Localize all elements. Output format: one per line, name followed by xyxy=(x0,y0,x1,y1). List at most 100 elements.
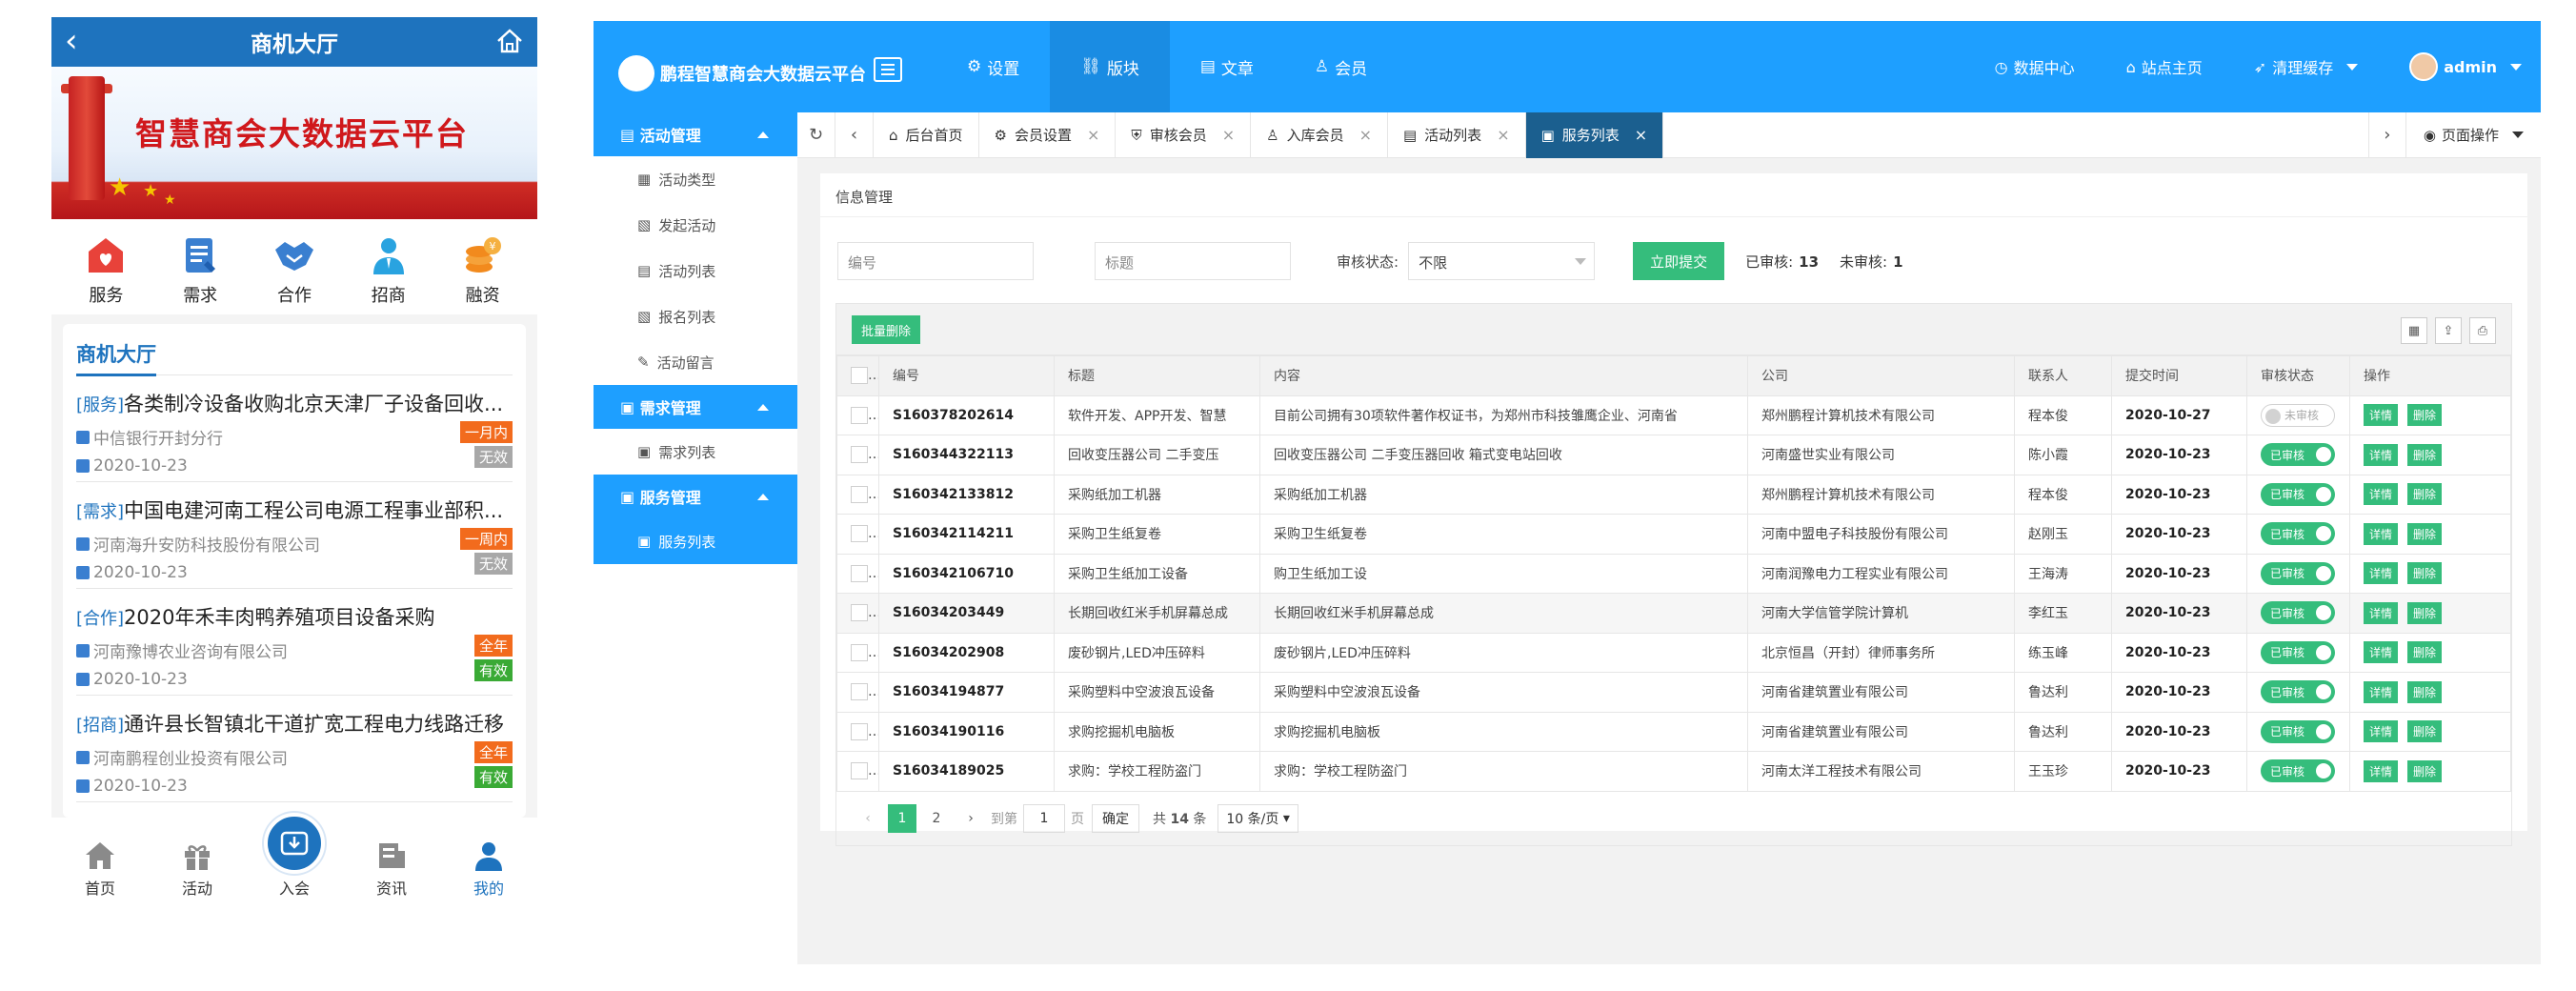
tab-member-settings[interactable]: ⚙ 会员设置 × xyxy=(979,111,1117,158)
tab-home[interactable]: 首页 xyxy=(57,839,143,899)
table-row[interactable]: S16034202908 废砂钢片,LED冲压碎料 废砂钢片,LED冲压碎料 北京恒昌… xyxy=(836,632,2511,673)
detail-button[interactable]: 详情 xyxy=(2364,759,2399,782)
column-header[interactable]: 联系人 xyxy=(2014,355,2112,396)
tab-join[interactable]: 入会 xyxy=(252,813,337,899)
detail-button[interactable]: 详情 xyxy=(2364,404,2399,427)
category-service[interactable]: 服务 xyxy=(68,234,144,307)
next-page-icon[interactable]: › xyxy=(956,804,985,833)
sidebar-item-service-list[interactable]: ▣ 服务列表 xyxy=(594,518,797,564)
table-row[interactable]: S16034203449 长期回收红米手机屏幕总成 长期回收红米手机屏幕总成 河南大学… xyxy=(836,593,2511,634)
status-toggle[interactable]: 未审核 xyxy=(2261,403,2335,427)
list-item[interactable]: [合作]2020年禾丰肉鸭养殖项目设备采购 河南豫博农业咨询有限公司 2020-… xyxy=(76,589,513,696)
nav-members[interactable]: ♙ 会员 xyxy=(1284,21,1398,112)
submit-button[interactable]: 立即提交 xyxy=(1633,242,1725,280)
clear-cache-menu[interactable]: ➶ 清理缓存 xyxy=(2254,55,2359,78)
title-input[interactable]: 标题 xyxy=(1095,242,1291,280)
row-checkbox[interactable] xyxy=(836,553,879,594)
tab-activity[interactable]: 活动 xyxy=(154,839,240,899)
column-header[interactable]: 操作 xyxy=(2349,355,2511,396)
tab-activity-list[interactable]: ▤ 活动列表 × xyxy=(1388,111,1526,158)
sidebar-group-activity[interactable]: ▤ 活动管理 xyxy=(594,112,797,156)
close-icon[interactable]: × xyxy=(1359,126,1372,144)
status-toggle[interactable]: 已审核 xyxy=(2261,601,2335,625)
row-checkbox[interactable] xyxy=(836,394,879,435)
status-toggle[interactable]: 已审核 xyxy=(2261,522,2335,546)
table-row[interactable]: S160342114211 采购卫生纸复卷 采购卫生纸复卷 河南中盟电子科技股份有限公… xyxy=(836,514,2511,555)
tab-dashboard[interactable]: ⌂ 后台首页 xyxy=(874,111,979,158)
page-operations-menu[interactable]: ◉ 页面操作 xyxy=(2406,112,2541,158)
columns-filter-icon[interactable]: ▦ xyxy=(2401,317,2427,344)
category-demand[interactable]: 需求 xyxy=(162,234,238,307)
category-financing[interactable]: ¥ 融资 xyxy=(445,234,521,307)
export-icon[interactable]: ⇪ xyxy=(2435,317,2462,344)
nav-modules[interactable]: ⛓ 版块 xyxy=(1050,21,1170,112)
user-menu[interactable]: admin xyxy=(2409,52,2522,81)
row-checkbox[interactable] xyxy=(836,632,879,673)
category-cooperation[interactable]: 合作 xyxy=(256,234,332,307)
menu-toggle-icon[interactable] xyxy=(874,57,902,82)
close-icon[interactable]: × xyxy=(1635,126,1647,144)
tab-mine[interactable]: 我的 xyxy=(446,839,532,899)
row-checkbox[interactable] xyxy=(836,514,879,555)
list-item[interactable]: [招商]通许县长智镇北干道扩宽工程电力线路迁移 河南鹏程创业投资有限公司 202… xyxy=(76,696,513,802)
sidebar-group-demand[interactable]: ▣ 需求管理 xyxy=(594,385,797,429)
detail-button[interactable]: 详情 xyxy=(2364,680,2399,703)
column-header[interactable]: 提交时间 xyxy=(2111,355,2247,396)
column-header[interactable]: 编号 xyxy=(878,355,1055,396)
delete-button[interactable]: 删除 xyxy=(2407,443,2443,466)
close-icon[interactable]: × xyxy=(1222,126,1235,144)
row-checkbox[interactable] xyxy=(836,751,879,792)
column-header[interactable]: 公司 xyxy=(1747,355,2015,396)
detail-button[interactable]: 详情 xyxy=(2364,601,2399,624)
back-icon[interactable]: ‹ xyxy=(65,25,78,57)
table-row[interactable]: S16034189025 求购：学校工程防盗门 求购：学校工程防盗门 河南太洋工程技术… xyxy=(836,751,2511,792)
nav-settings[interactable]: ⚙ 设置 xyxy=(936,21,1050,112)
page-button[interactable]: 2 xyxy=(922,804,951,833)
tab-review-members[interactable]: ⛨ 审核会员 × xyxy=(1116,111,1252,158)
site-home-link[interactable]: ⌂ 站点主页 xyxy=(2126,55,2203,78)
list-item[interactable]: [服务]各类制冷设备收购北京天津厂子设备回收... 中信银行开封分行 2020-… xyxy=(76,375,513,482)
status-select[interactable]: 不限 xyxy=(1408,242,1596,280)
delete-button[interactable]: 删除 xyxy=(2407,404,2443,427)
status-toggle[interactable]: 已审核 xyxy=(2261,719,2335,743)
sidebar-group-service[interactable]: ▣ 服务管理 xyxy=(594,475,797,518)
column-header[interactable]: 内容 xyxy=(1259,355,1748,396)
sidebar-item-activity-comments[interactable]: ✎ 活动留言 xyxy=(594,339,797,385)
detail-button[interactable]: 详情 xyxy=(2364,483,2399,506)
delete-button[interactable]: 删除 xyxy=(2407,680,2443,703)
column-header[interactable]: 标题 xyxy=(1054,355,1260,396)
delete-button[interactable]: 删除 xyxy=(2407,601,2443,624)
close-icon[interactable]: × xyxy=(1087,126,1099,144)
join-button[interactable] xyxy=(264,813,325,874)
tabs-scroll-left-icon[interactable]: ‹ xyxy=(835,111,874,158)
tab-stored-members[interactable]: ♙ 入库会员 × xyxy=(1251,111,1388,158)
table-row[interactable]: S160342133812 采购纸加工机器 采购纸加工机器 郑州鹏程计算机技术有限公司… xyxy=(836,474,2511,515)
data-center-link[interactable]: ◷ 数据中心 xyxy=(1995,55,2075,78)
table-row[interactable]: S160378202614 软件开发、APP开发、智慧 目前公司拥有30项软件著作权… xyxy=(836,394,2511,435)
status-toggle[interactable]: 已审核 xyxy=(2261,640,2335,664)
status-toggle[interactable]: 已审核 xyxy=(2261,561,2335,585)
sidebar-item-demand-list[interactable]: ▣ 需求列表 xyxy=(594,429,797,475)
detail-button[interactable]: 详情 xyxy=(2364,641,2399,664)
close-icon[interactable]: × xyxy=(1497,126,1509,144)
goto-confirm-button[interactable]: 确定 xyxy=(1092,803,1139,833)
status-toggle[interactable]: 已审核 xyxy=(2261,680,2335,704)
table-row[interactable]: S160344322113 回收变压器公司 二手变压 回收变压器公司 二手变压器回收… xyxy=(836,435,2511,475)
goto-page-input[interactable]: 1 xyxy=(1023,803,1065,833)
refresh-icon[interactable]: ↻ xyxy=(797,111,835,158)
delete-button[interactable]: 删除 xyxy=(2407,562,2443,585)
status-toggle[interactable]: 已审核 xyxy=(2261,443,2335,467)
table-row[interactable]: S160342106710 采购卫生纸加工设备 购卫生纸加工设 河南润豫电力工程实业有… xyxy=(836,553,2511,594)
detail-button[interactable]: 详情 xyxy=(2364,443,2399,466)
detail-button[interactable]: 详情 xyxy=(2364,522,2399,545)
prev-page-icon[interactable]: ‹ xyxy=(854,804,882,833)
sidebar-item-activity-type[interactable]: ▦ 活动类型 xyxy=(594,156,797,202)
delete-button[interactable]: 删除 xyxy=(2407,483,2443,506)
row-checkbox[interactable] xyxy=(836,711,879,752)
delete-button[interactable]: 删除 xyxy=(2407,720,2443,743)
row-checkbox[interactable] xyxy=(836,672,879,713)
category-recruit[interactable]: 招商 xyxy=(351,234,427,307)
table-row[interactable]: S16034194877 采购塑料中空波浪瓦设备 采购塑料中空波浪瓦设备 河南省建筑置… xyxy=(836,672,2511,713)
sidebar-item-start-activity[interactable]: ▧ 发起活动 xyxy=(594,202,797,248)
code-input[interactable]: 编号 xyxy=(837,242,1034,280)
